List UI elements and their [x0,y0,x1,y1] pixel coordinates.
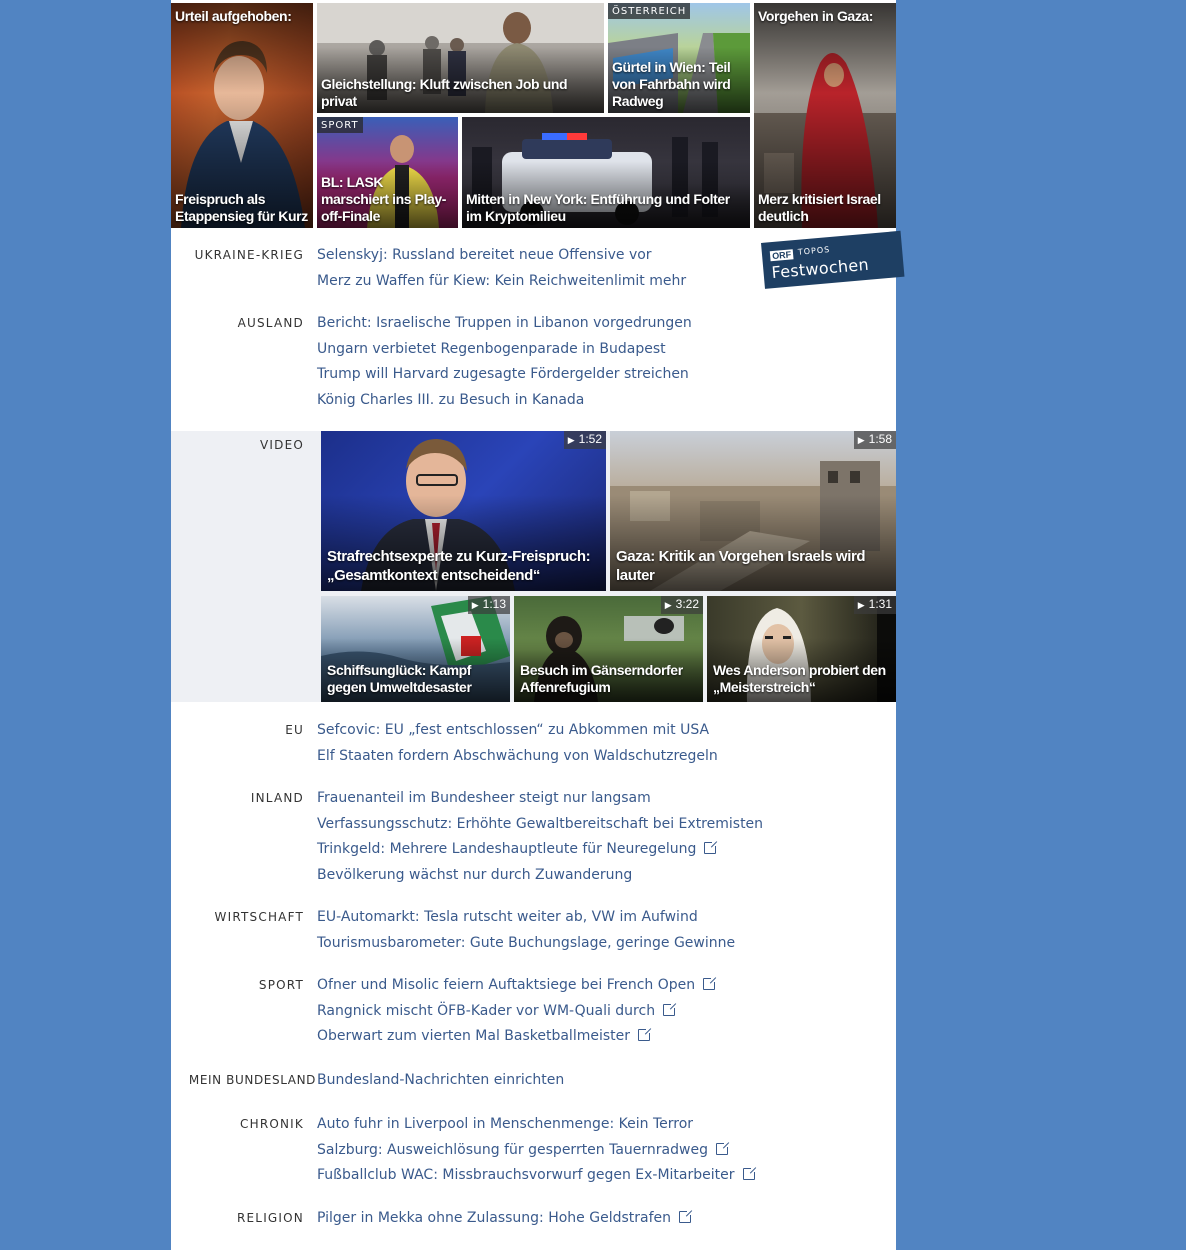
play-icon: ▶ [857,600,865,610]
section-label: INLAND [250,791,304,805]
badge-subtitle: TOPOS [797,245,831,257]
story-tile-kurz[interactable]: Urteil aufgehoben: Freispruch als Etappe… [171,3,313,228]
headline-link[interactable]: Verfassungsschutz: Erhöhte Gewaltbereits… [317,812,763,838]
headline-link[interactable]: Tourismusbarometer: Gute Buchungslage, g… [317,931,735,957]
headline-link-external[interactable]: Trinkgeld: Mehrere Landeshauptleute für … [317,837,763,863]
headline-link[interactable]: Trump will Harvard zugesagte Fördergelde… [317,362,692,388]
news-page: Urteil aufgehoben: Freispruch als Etappe… [171,0,905,1250]
external-link-icon [663,1001,678,1016]
external-link-icon [715,1140,730,1155]
section-label: WIRTSCHAFT [214,910,304,924]
headline-link-external[interactable]: Pilger in Mekka ohne Zulassung: Hohe Gel… [317,1206,694,1232]
headline-link[interactable]: Bericht: Israelische Truppen in Libanon … [317,311,692,337]
video-caption: Schiffsunglück: Kampf gegen Umweltdesast… [327,662,472,695]
headline-link[interactable]: EU-Automarkt: Tesla rutscht weiter ab, V… [317,905,735,931]
section-label: CHRONIK [240,1117,304,1131]
tile-caption: BL: LASK marschiert ins Play-off-Finale [321,174,447,224]
headline-link[interactable]: König Charles III. zu Besuch in Kanada [317,388,692,414]
tile-caption: Mitten in New York: Entführung und Folte… [466,191,730,224]
play-icon: ▶ [857,435,865,445]
play-icon: ▶ [664,600,672,610]
story-tile-newyork[interactable]: Mitten in New York: Entführung und Folte… [462,117,750,228]
story-tile-guertel[interactable]: ÖSTERREICH Gürtel in Wien: Teil von Fahr… [608,3,750,113]
video-duration: ▶ 1:13 [467,596,510,614]
tile-caption: Merz kritisiert Israel deutlich [758,191,881,224]
headline-link-external[interactable]: Salzburg: Ausweichlösung für gesperrten … [317,1138,755,1164]
headline-link[interactable]: Bundesland-Nachrichten einrichten [317,1068,564,1094]
video-tile[interactable]: ▶ 3:22 Besuch im Gänserndorfer Affenrefug… [514,596,703,702]
external-link-icon [679,1209,694,1223]
headline-link[interactable]: Bevölkerung wächst nur durch Zuwanderung [317,863,763,889]
headline-link[interactable]: Sefcovic: EU „fest entschlossen“ zu Abko… [317,718,718,744]
section-label: RELIGION [236,1211,304,1225]
tile-caption: Freispruch als Etappensieg für Kurz [175,191,308,224]
external-link-icon [742,1166,757,1181]
orf-logo: ORF [769,249,794,262]
section-label: UKRAINE-KRIEG [194,248,304,262]
section-label: EU [285,723,304,737]
external-link-icon [704,840,719,855]
section-label: AUSLAND [237,316,304,330]
external-link-icon [703,976,718,990]
headline-link[interactable]: Auto fuhr in Liverpool in Menschenmenge:… [317,1112,755,1138]
play-icon: ▶ [567,435,575,445]
headline-link-external[interactable]: Fußballclub WAC: Missbrauchsvorwurf gege… [317,1163,757,1189]
video-tile[interactable]: ▶ 1:31 Wes Anderson probiert den „Meister… [707,596,896,702]
video-tile[interactable]: ▶ 1:13 Schiffsunglück: Kampf gegen Umwelt… [321,596,510,702]
tile-caption: Gleichstellung: Kluft zwischen Job und p… [321,76,568,109]
section-label: SPORT [258,978,304,992]
story-tile-gaza-merz[interactable]: Vorgehen in Gaza: Merz kritisiert Israel… [754,3,896,228]
tile-kicker-title: Urteil aufgehoben: [175,8,292,24]
headline-link[interactable]: Merz zu Waffen für Kiew: Kein Reichweite… [317,269,686,295]
headline-link[interactable]: Selenskyj: Russland bereitet neue Offens… [317,243,686,269]
headline-link[interactable]: Elf Staaten fordern Abschwächung von Wal… [317,744,718,770]
headline-link-external[interactable]: Ofner und Misolic feiern Auftaktsiege be… [317,973,718,999]
video-tile[interactable]: ▶ 1:58 Gaza: Kritik an Vorgehen Israels w… [610,431,896,591]
video-tile[interactable]: ▶ 1:52 Strafrechtsexperte zu Kurz-Freispr… [321,431,606,591]
headline-link[interactable]: Ungarn verbietet Regenbogenparade in Bud… [317,337,692,363]
video-duration: ▶ 3:22 [660,596,703,614]
section-label: VIDEO [259,438,304,452]
headline-link[interactable]: Frauenanteil im Bundesheer steigt nur la… [317,786,763,812]
video-caption: Wes Anderson probiert den „Meisterstreic… [713,662,886,695]
play-icon: ▶ [471,600,479,610]
section-label: MEIN BUNDESLAND [188,1073,316,1087]
video-caption: Besuch im Gänserndorfer Affenrefugium [520,662,683,695]
festwochen-badge[interactable]: ORF TOPOS Festwochen [761,230,905,289]
tile-caption: Gürtel in Wien: Teil von Fahrbahn wird R… [612,59,731,109]
headline-link-external[interactable]: Oberwart zum vierten Mal Basketballmeist… [317,1024,715,1050]
video-caption: Strafrechtsexperte zu Kurz-Freispruch: „… [327,548,591,584]
video-duration: ▶ 1:58 [853,431,896,449]
video-caption: Gaza: Kritik an Vorgehen Israels wird la… [616,548,866,584]
video-duration: ▶ 1:31 [853,596,896,614]
tile-category-badge: ÖSTERREICH [608,3,691,19]
story-tile-gleichstellung[interactable]: Gleichstellung: Kluft zwischen Job und p… [317,3,604,113]
video-section: VIDEO ▶ 1:52 Strafrechtsexperte zu Kurz-F… [171,431,896,702]
external-link-icon [638,1027,653,1042]
headline-link-external[interactable]: Rangnick mischt ÖFB-Kader vor WM-Quali d… [317,999,715,1025]
tile-kicker-title: Vorgehen in Gaza: [758,8,874,24]
video-duration: ▶ 1:52 [563,431,606,449]
story-tile-lask[interactable]: SPORT BL: LASK marschiert ins Play-off-F… [317,117,458,228]
tile-category-badge: SPORT [317,117,363,133]
